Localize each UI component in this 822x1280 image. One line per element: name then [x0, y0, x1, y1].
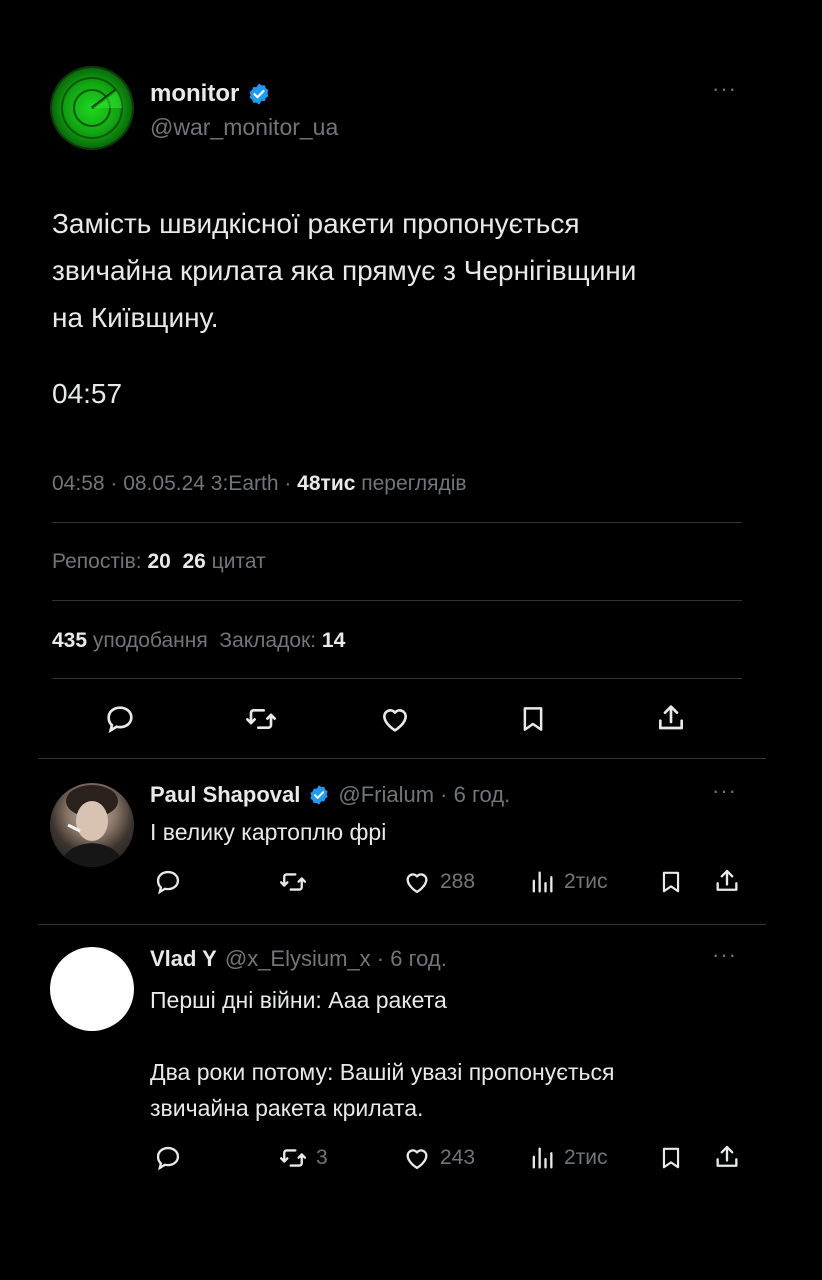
divider — [38, 924, 766, 925]
reply-like-count: 288 — [440, 870, 476, 893]
reply-icon[interactable] — [154, 868, 182, 896]
bookmark-icon[interactable] — [658, 1144, 684, 1172]
reply-icon[interactable] — [154, 1144, 182, 1172]
reply-repost-button[interactable]: 3 — [278, 1144, 328, 1172]
reply-views-count: 2тис — [564, 1146, 608, 1169]
verified-badge-icon — [308, 784, 330, 806]
post-text-line: звичайна крилата яка прямує з Чернігівщи… — [52, 255, 637, 286]
more-dots-icon[interactable]: ··· — [712, 780, 737, 802]
author-handle[interactable]: @war_monitor_ua — [150, 114, 338, 141]
reply-handle-time[interactable]: @Frialum · 6 год. — [338, 782, 510, 808]
like-icon — [402, 868, 432, 896]
share-icon[interactable] — [713, 1142, 741, 1172]
reply-repost-button[interactable] — [278, 868, 316, 896]
reply-like-button[interactable]: 288 — [402, 868, 475, 896]
reply-text: І велику картоплю фрі — [150, 819, 387, 845]
reply-display-name[interactable]: Paul Shapoval — [150, 782, 300, 808]
repost-stats: Репостів: 20 26 цитат — [52, 550, 266, 574]
reply-like-button[interactable]: 243 — [402, 1144, 475, 1172]
bookmarks-count[interactable]: 14 — [322, 629, 345, 652]
views-icon — [528, 1144, 556, 1172]
reply-handle-time[interactable]: @x_Elysium_x · 6 год. — [225, 946, 447, 972]
views-label: переглядів — [361, 472, 467, 495]
reply-header: Vlad Y @x_Elysium_x · 6 год. — [150, 946, 447, 972]
quotes-count[interactable]: 26 — [182, 550, 205, 573]
more-dots-icon[interactable]: ··· — [712, 944, 737, 966]
share-icon[interactable] — [713, 866, 741, 896]
quotes-label: цитат — [211, 550, 266, 573]
reply-views-button[interactable]: 2тис — [528, 1144, 608, 1172]
share-icon[interactable] — [655, 701, 687, 735]
bookmark-icon[interactable] — [658, 868, 684, 896]
person-photo-icon — [60, 785, 124, 867]
post-timestamp[interactable]: 04:58 · 08.05.24 3:Earth · — [52, 472, 291, 495]
reply-avatar[interactable] — [50, 783, 134, 867]
like-icon[interactable] — [378, 703, 412, 735]
bookmarks-label: Закладок: — [219, 629, 317, 652]
reply-text: Перші дні війни: Ааа ракета Два роки пот… — [150, 982, 614, 1126]
reply-views-button[interactable]: 2тис — [528, 868, 608, 896]
likes-label: уподобання — [92, 629, 208, 652]
divider — [52, 522, 742, 523]
reply-text-line: Перші дні війни: Ааа ракета — [150, 987, 447, 1013]
views-count: 48тис — [297, 472, 356, 495]
reply-like-count: 243 — [440, 1146, 476, 1169]
reposts-count[interactable]: 20 — [147, 550, 170, 573]
repost-icon — [278, 868, 308, 896]
reply-avatar[interactable] — [50, 947, 134, 1031]
bookmark-icon[interactable] — [518, 703, 548, 735]
post-time-in-text: 04:57 — [52, 378, 123, 409]
reply-display-name[interactable]: Vlad Y — [150, 946, 217, 972]
post-text-line: на Київщину. — [52, 302, 219, 333]
likes-count[interactable]: 435 — [52, 629, 87, 652]
more-dots-icon[interactable]: ··· — [712, 78, 737, 100]
repost-icon[interactable] — [244, 703, 278, 735]
divider — [52, 678, 742, 679]
reply-views-count: 2тис — [564, 870, 608, 893]
post-text-line: Замість швидкісної ракети пропонується — [52, 208, 580, 239]
verified-badge-icon — [247, 82, 271, 106]
like-stats: 435 уподобання Закладок: 14 — [52, 629, 345, 653]
reply-text-line: Два роки потому: Вашій увазі пропонуєтьс… — [150, 1059, 615, 1085]
reply-text-line: звичайна ракета крилата. — [150, 1095, 424, 1121]
reply-header: Paul Shapoval @Frialum · 6 год. — [150, 782, 510, 808]
reply-text-line — [150, 1018, 614, 1054]
like-icon — [402, 1144, 432, 1172]
reply-icon[interactable] — [104, 703, 136, 735]
author-name-row: monitor — [150, 80, 271, 108]
reply-repost-count: 3 — [316, 1146, 328, 1169]
radar-logo-icon — [61, 77, 123, 139]
reposts-label: Репостів: — [52, 550, 142, 573]
author-avatar[interactable] — [52, 68, 132, 148]
post-text: Замість швидкісної ракети пропонується з… — [52, 200, 636, 341]
divider — [52, 600, 742, 601]
divider — [38, 758, 766, 759]
post-meta: 04:58 · 08.05.24 3:Earth · 48тис перегля… — [52, 472, 467, 496]
author-display-name[interactable]: monitor — [150, 80, 239, 108]
repost-icon — [278, 1144, 308, 1172]
views-icon — [528, 868, 556, 896]
